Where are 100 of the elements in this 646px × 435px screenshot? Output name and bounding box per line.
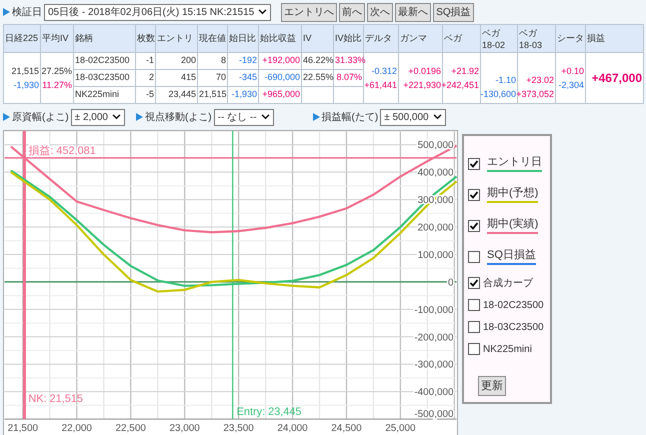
y-tick-label: 500,000 <box>418 140 454 152</box>
value-text: -1,930 <box>13 79 39 92</box>
nav-button[interactable]: 前へ <box>339 2 366 22</box>
value-text: -1,930 <box>231 89 257 100</box>
legend-label: SQ日損益 <box>487 248 536 262</box>
header-text: ベガ <box>482 26 501 38</box>
value-text: +373,052 <box>516 88 554 101</box>
triangle-icon <box>3 8 10 16</box>
header-text: ベガ <box>519 26 538 38</box>
triangle-icon <box>3 113 10 121</box>
value-text: 27.25% <box>41 65 72 78</box>
checkbox[interactable] <box>468 299 480 311</box>
control-label: 損益幅(たて) <box>322 110 378 124</box>
legend-label: 18-03C23500 <box>483 320 544 334</box>
table-cell: 22.55% <box>302 70 334 86</box>
dropdown-select[interactable]: ± 500,000 <box>380 108 446 126</box>
checkbox[interactable] <box>468 220 480 232</box>
value-text: 21,515 <box>11 65 39 78</box>
chevron-down-icon <box>258 9 268 15</box>
column-header: 枚数 <box>136 24 156 52</box>
table-cell: 200 <box>156 52 198 70</box>
column-header: 始日比 <box>228 24 258 52</box>
table-cell: -5 <box>136 86 156 104</box>
marker-label: NK: 21,515 <box>28 393 83 406</box>
update-button[interactable]: 更新 <box>478 376 506 396</box>
value-text: +965,000 <box>262 89 300 100</box>
table-cell: 46.22% <box>302 52 334 70</box>
y-tick-label: -300,000 <box>414 360 454 371</box>
value-text: -0.312 <box>371 65 397 78</box>
value-text: +192,000 <box>262 55 300 66</box>
value-text: +23.02 <box>526 74 554 87</box>
value-text: +0.10 <box>561 65 584 78</box>
checkbox[interactable] <box>468 321 480 333</box>
value-text: +21.92 <box>451 65 479 78</box>
chevron-down-icon <box>112 114 121 120</box>
value-text: +221,930 <box>403 79 441 92</box>
legend-label: エントリ日 <box>487 155 542 169</box>
checkbox[interactable] <box>468 250 480 262</box>
x-tick-label: 24,000 <box>277 423 308 434</box>
x-tick-label: 25,000 <box>385 423 416 434</box>
chevron-down-icon <box>260 114 270 120</box>
pnl-reference-label: 損益: 452,081 <box>28 144 96 157</box>
table-cell: NK225mini <box>74 86 136 104</box>
column-header: 始比収益 <box>258 24 302 52</box>
table-cell: -1 <box>136 52 156 70</box>
checkbox[interactable] <box>468 277 480 289</box>
y-tick-label: 200,000 <box>418 222 454 234</box>
marker-label: Entry: 23,445 <box>236 406 302 418</box>
table-cell: 70 <box>198 70 228 86</box>
table-cell: 18-03C23500 <box>74 70 136 86</box>
value-text: 8.07% <box>336 72 362 82</box>
column-header: デルタ <box>364 24 398 52</box>
table-cell: 21,515 <box>198 86 228 104</box>
checkbox[interactable] <box>468 188 480 200</box>
triangle-icon <box>136 113 143 121</box>
x-tick-label: 23,000 <box>169 423 200 434</box>
table-cell: 415 <box>156 70 198 86</box>
x-tick-label: 23,500 <box>223 423 254 434</box>
nav-button[interactable]: SQ損益 <box>433 2 474 22</box>
control-label: 視点移動(よこ) <box>144 110 212 124</box>
column-header: シータ <box>556 24 586 52</box>
value-text: +61,441 <box>364 79 397 92</box>
value-text: -2,304 <box>558 79 584 92</box>
column-header: 日経225 <box>4 24 40 52</box>
table-cell: 23,445 <box>156 86 198 104</box>
dropdown-select[interactable]: -- なし -- <box>214 108 274 126</box>
value-text: +242,451 <box>441 79 479 92</box>
y-tick-label: -200,000 <box>414 332 454 344</box>
control-label: 原資幅(よこ) <box>12 110 69 124</box>
value-text: -345 <box>238 72 257 82</box>
column-header: IV <box>302 24 334 52</box>
legend-label: 18-02C23500 <box>483 298 544 312</box>
column-header: 現在値 <box>198 24 228 52</box>
column-header: 平均IV <box>40 24 74 52</box>
x-tick-label: 21,500 <box>8 423 38 434</box>
chevron-down-icon <box>432 114 442 120</box>
header-subtext: 18-02 <box>482 38 506 50</box>
y-tick-label: 100,000 <box>418 250 454 261</box>
value-text: 11.27% <box>42 79 72 92</box>
y-tick-label: -500,000 <box>414 409 454 420</box>
x-tick-label: 22,000 <box>62 423 92 434</box>
x-tick-label: 24,500 <box>331 423 362 434</box>
nav-button[interactable]: 最新へ <box>395 2 432 22</box>
nav-button[interactable]: 次へ <box>367 2 394 22</box>
column-header: ガンマ <box>398 24 442 52</box>
value-text: +0.0196 <box>408 65 441 78</box>
legend-label: NK225mini <box>483 342 532 356</box>
column-header: 銘柄 <box>74 24 136 52</box>
value-text: 31.33% <box>335 55 366 66</box>
y-tick-label: -400,000 <box>414 387 454 398</box>
legend-label: 期中(実績) <box>487 217 538 231</box>
nav-button[interactable]: エントリへ <box>281 2 338 22</box>
column-header: ベガ <box>442 24 480 52</box>
table-cell: 2 <box>136 70 156 86</box>
dropdown-select[interactable]: 05日後 - 2018年02月06日(火) 15:15 NK:21515 <box>44 4 272 20</box>
dropdown-select[interactable]: ± 2,000 <box>70 108 125 126</box>
column-header: 損益 <box>586 24 644 52</box>
y-tick-label: 400,000 <box>418 168 454 179</box>
checkbox[interactable] <box>468 158 480 170</box>
checkbox[interactable] <box>468 343 480 355</box>
